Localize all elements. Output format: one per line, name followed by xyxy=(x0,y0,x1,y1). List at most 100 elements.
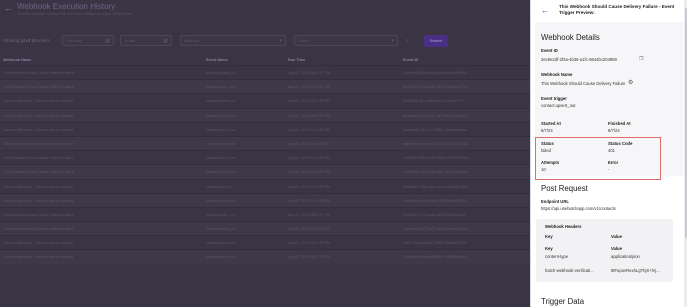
finished-at-label: Finished At xyxy=(608,121,631,126)
table-cell: Aug 07, 2024 08:42:17 PM xyxy=(288,71,330,75)
header-value-label: Value xyxy=(611,246,622,251)
table-row[interactable]: This Webhook Should Cause Delivery Failu… xyxy=(0,206,530,221)
table-row[interactable]: This Webhook Should Cause Delivery Failu… xyxy=(0,164,530,179)
filter-icon[interactable]: ▿ xyxy=(406,37,409,44)
table-row[interactable]: Gravin's Webhook - This one should succe… xyxy=(0,178,530,193)
table-cell: contact.upsert_out xyxy=(206,227,235,232)
table-cell: f51ece6d-4ee9-4d27-9a7f-9480c41ab903 xyxy=(403,113,468,118)
table-cell: Aug 07, 2024 08:27:58 PM xyxy=(288,99,330,104)
to-date-input[interactable]: To date ▦ xyxy=(120,35,172,46)
table-cell: This Webhook Should Cause Delivery Failu… xyxy=(3,227,74,232)
header-key-label: Key xyxy=(545,234,553,239)
table-row[interactable]: Gravin's Webhook - This one should succe… xyxy=(0,192,530,207)
chevron-down-icon: ▾ xyxy=(279,38,282,44)
page-subtitle: View the execution history of all webhoo… xyxy=(17,12,134,16)
header-key: content-type xyxy=(545,254,569,259)
column-run-time[interactable]: Run Time xyxy=(288,58,305,62)
table-cell: This Webhook Should Cause Delivery Failu… xyxy=(3,170,74,175)
webhook-name-value: This Webhook Should Cause Delivery Failu… xyxy=(541,81,626,86)
table-cell: This Webhook Should Cause Delivery Failu… xyxy=(3,85,74,90)
table-cell: contact.upsert_out xyxy=(206,127,235,132)
event-id-label: Event ID xyxy=(541,48,558,53)
table-cell: This Webhook Should Cause Delivery Failu… xyxy=(3,156,74,161)
from-date-input[interactable]: From date ▦ xyxy=(62,35,114,46)
filter-bar: Showing 14 of 14 entries From date ▦ To … xyxy=(0,34,530,48)
back-arrow-icon[interactable]: ← xyxy=(4,3,13,13)
trigger-data-title: Trigger Data xyxy=(541,297,585,306)
table-cell: Aug 02, 2024 08:57:27 PM xyxy=(288,212,330,217)
table-cell: Aug 02, 2024 08:57:02 PM xyxy=(288,227,330,232)
table-cell: Gravin's Webhook - This one should succe… xyxy=(3,184,74,189)
table-cell: This Webhook Should Cause Delivery Failu… xyxy=(3,141,74,146)
table-cell: Aug 07, 2024 08:41:51 PM xyxy=(288,85,330,90)
endpoint-url-label: Endpoint URL xyxy=(541,199,569,204)
event-trigger-value: contact.upsert_out xyxy=(541,103,576,108)
webhook-details-title: Webhook Details xyxy=(541,33,600,42)
showing-count: Showing 14 of 14 entries xyxy=(3,38,50,43)
column-event-name[interactable]: Event Name xyxy=(206,58,228,62)
table-cell: contact.upsert_in xyxy=(206,184,233,189)
table-row[interactable]: This Webhook Should Cause Delivery Failu… xyxy=(0,150,530,164)
column-event-id[interactable]: Event ID xyxy=(403,58,418,62)
table-cell: 7a0d9863-5f5e-4b58-9a59-c4b02e18480a xyxy=(403,156,469,161)
copy-icon[interactable]: ❐ xyxy=(639,56,643,62)
table-cell: 3dbf7a6d-0a27-4b07-aee8-1cea7bc508eb xyxy=(403,227,469,232)
header-value-label: Value xyxy=(611,234,622,239)
table-row[interactable]: This Webhook Should Cause Delivery Failu… xyxy=(0,79,530,94)
header-value: application/json xyxy=(611,254,640,259)
back-arrow-icon[interactable]: ← xyxy=(541,6,549,15)
header-key-label: Key xyxy=(545,246,553,251)
table-cell: Gravin's Webhook - This one should succe… xyxy=(3,241,74,246)
table-cell: This Webhook Should Cause Delivery Failu… xyxy=(3,71,74,75)
table-cell: Aug 08, 2024 01:16:19 PM xyxy=(288,198,330,203)
table-cell: contact.upsert_out xyxy=(206,99,235,104)
search-button[interactable]: Search xyxy=(424,35,448,47)
table-cell: 42b5fbfd-4ab4-4038-b77b-8026bef06550 xyxy=(403,198,468,203)
table-cell: 2ec9e2df-2f3a-4b36-a1fc-6644bc204980 xyxy=(403,71,467,75)
table-cell: Gravin's Webhook - This one should succe… xyxy=(3,99,74,104)
table-cell: Gravin's Webhook - This one should succe… xyxy=(3,255,74,260)
table-cell: contact.upsert_out xyxy=(206,170,235,175)
header-key: hatch-webhook-verificati... xyxy=(545,268,594,273)
executions-table: Webhook Name Event Name Run Time Event I… xyxy=(0,55,530,264)
table-cell: Aug 02, 2024 08:17:14 PM xyxy=(288,255,330,260)
table-row[interactable]: Gravin's Webhook - This one should succe… xyxy=(0,93,530,107)
table-row[interactable]: Gravin's Webhook - This one should succe… xyxy=(0,107,530,122)
column-webhook-name[interactable]: Webhook Name xyxy=(3,58,31,62)
table-cell: 8d91f012-2c4e-4b6a-9304-7f3c86a07214 xyxy=(403,85,468,90)
table-cell: Aug 07, 2024 08:27:58 PM xyxy=(288,113,330,118)
table-cell: Gravin's Webhook - This one should succe… xyxy=(3,198,74,203)
table-row[interactable]: This Webhook Should Cause Delivery Failu… xyxy=(0,135,530,151)
status-select[interactable]: Status ▾ xyxy=(294,35,398,46)
chevron-down-icon: ▾ xyxy=(391,38,394,44)
table-row[interactable]: Gravin's Webhook - This one should succe… xyxy=(0,121,530,136)
table-row[interactable]: This Webhook Should Cause Delivery Failu… xyxy=(0,221,530,236)
table-cell: Aug 02, 2024 08:17:26 PM xyxy=(288,241,330,246)
table-cell: 8d6e84c6-cf6c-4b12-989c-8d5acdfb6a6e xyxy=(403,127,468,132)
webhook-headers-box: Webhook Headers Key Value Key Value cont… xyxy=(536,219,673,282)
table-cell: 3f222888-4f0c-49f6-9b9f-1c2e1b077f79 xyxy=(403,99,465,104)
finished-at-value: 8/7/24 xyxy=(608,128,620,133)
table-cell: contact.upsert_out xyxy=(206,198,235,203)
webhook-name-label: Webhook Name xyxy=(541,72,573,77)
page-title: Webhook Execution History xyxy=(17,2,116,11)
table-cell: Gravin's Webhook - This one should succe… xyxy=(3,113,74,118)
headers-title: Webhook Headers xyxy=(545,224,582,229)
gear-icon[interactable]: ⚙ xyxy=(628,79,633,86)
header-value: 8tFupovRexhLgThjX+lVj... xyxy=(611,268,660,273)
webhook-select[interactable]: Webhook ▾ xyxy=(180,35,286,46)
table-cell: 9b5b9f67-fc27-4ea9-9a09-ef5d2fd03ba2 xyxy=(403,212,466,217)
panel-scrollbar-thumb[interactable] xyxy=(684,8,687,238)
table-cell: e6f0770f-0a44-40b7-9801-95ab9b6f9317 xyxy=(403,241,468,246)
table-cell: This Webhook Should Cause Delivery Failu… xyxy=(3,212,74,217)
table-row[interactable]: This Webhook Should Cause Delivery Failu… xyxy=(0,65,530,79)
table-row[interactable]: Gravin's Webhook - This one should succe… xyxy=(0,249,530,264)
table-cell: contact.upsert_out xyxy=(206,255,235,260)
table-cell: Aug 08, 2024 01:23:35 PM xyxy=(288,170,330,175)
table-row[interactable]: Gravin's Webhook - This one should succe… xyxy=(0,235,530,249)
table-cell: Gravin's Webhook - This one should succe… xyxy=(3,127,74,132)
table-cell: Aug 08, 2024 01:24:56 PM xyxy=(288,184,330,189)
status-highlight-box xyxy=(535,137,661,180)
table-cell: f5b4db6d-735b-44d1-b1c6-0d91a2b13831 xyxy=(403,184,469,189)
table-cell: Aug 08, 2024 01:23:35 PM xyxy=(288,156,330,161)
